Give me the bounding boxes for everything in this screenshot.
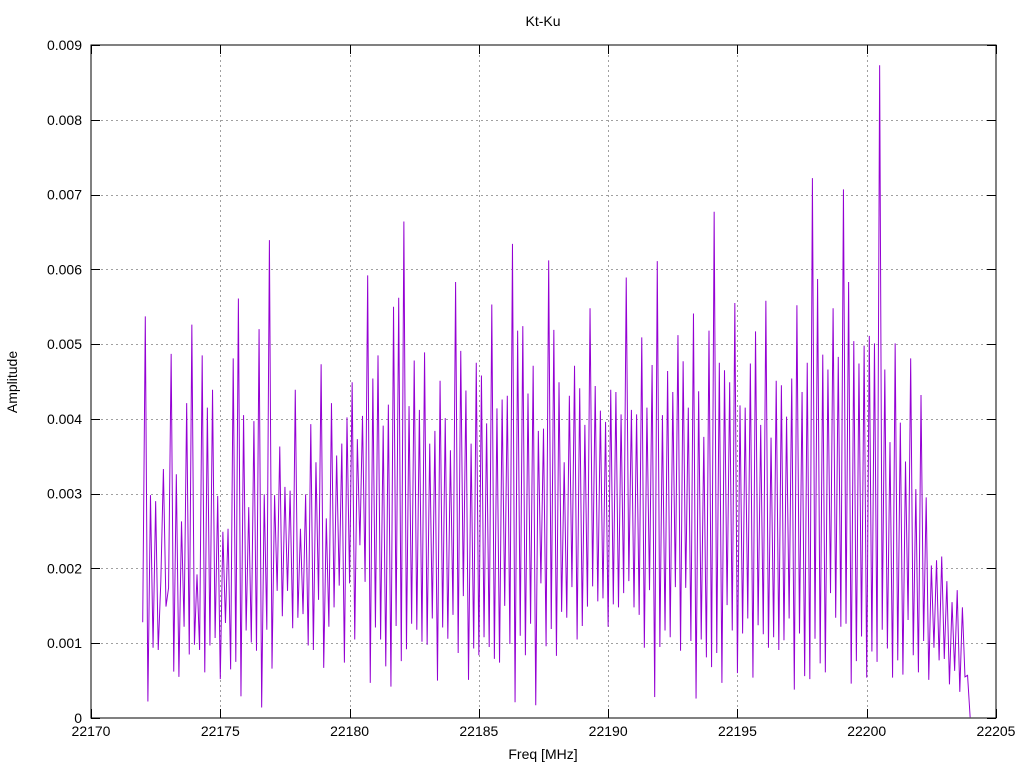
- x-tick-label: 22190: [589, 723, 628, 739]
- y-tick-label: 0.002: [47, 560, 82, 576]
- x-tick-label: 22195: [718, 723, 757, 739]
- y-axis-label: Amplitude: [4, 351, 20, 413]
- y-tick-label: 0: [74, 710, 82, 726]
- spectrum-chart: 22170 22175 22180 22185 22190 22195 22200 22205…: [0, 0, 1024, 768]
- y-tick-label: 0.006: [47, 261, 82, 277]
- x-tick-label: 22200: [847, 723, 886, 739]
- x-tick-label: 22185: [459, 723, 498, 739]
- y-tick-label: 0.004: [47, 411, 82, 427]
- y-tick-label: 0.007: [47, 187, 82, 203]
- y-tick-label: 0.008: [47, 112, 82, 128]
- chart-title: Kt-Ku: [525, 13, 560, 29]
- y-tick-label: 0.001: [47, 635, 82, 651]
- x-tick-label: 22180: [330, 723, 369, 739]
- chart-container: 22170 22175 22180 22185 22190 22195 22200 22205…: [0, 0, 1024, 768]
- y-tick-label: 0.009: [47, 37, 82, 53]
- x-tick-label: 22205: [977, 723, 1016, 739]
- x-tick-label: 22175: [201, 723, 240, 739]
- y-tick-label: 0.003: [47, 486, 82, 502]
- y-tick-label: 0.005: [47, 336, 82, 352]
- x-axis-label: Freq [MHz]: [508, 746, 577, 762]
